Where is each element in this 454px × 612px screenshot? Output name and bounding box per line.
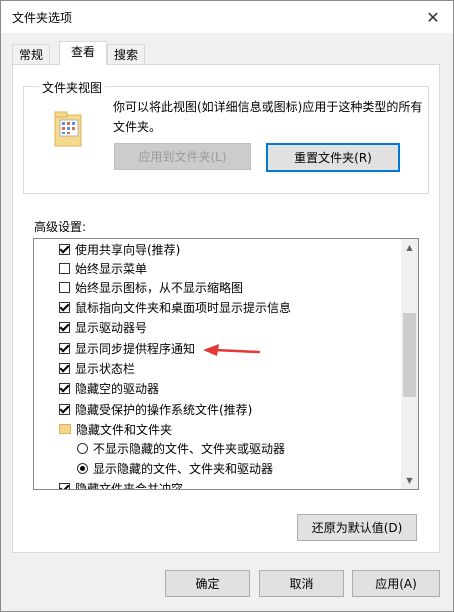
close-icon: ✕ bbox=[426, 7, 440, 27]
list-item[interactable]: 隐藏受保护的操作系统文件(推荐) bbox=[59, 399, 252, 419]
tab-general[interactable]: 常规 bbox=[12, 44, 51, 64]
checkbox-checked-icon[interactable] bbox=[59, 301, 70, 313]
list-item[interactable]: 始终显示菜单 bbox=[59, 258, 147, 278]
checkbox-checked-icon[interactable] bbox=[59, 342, 70, 354]
scroll-up-button[interactable]: ▲ bbox=[401, 239, 418, 256]
scroll-thumb[interactable] bbox=[403, 313, 416, 397]
folder-views-description: 你可以将此视图(如详细信息或图标)应用于这种类型的所有文件夹。 bbox=[113, 100, 423, 134]
list-item[interactable]: 隐藏文件夹合并冲突 bbox=[59, 478, 184, 490]
list-item-label: 隐藏文件和文件夹 bbox=[76, 422, 173, 437]
list-item[interactable]: 显示状态栏 bbox=[59, 358, 135, 378]
title-bar[interactable]: 文件夹选项 ✕ bbox=[1, 1, 453, 33]
checkbox-checked-icon[interactable] bbox=[59, 382, 70, 394]
list-item-label: 显示隐藏的文件、文件夹和驱动器 bbox=[93, 461, 274, 476]
ok-button[interactable]: 确定 bbox=[165, 570, 250, 597]
list-item-label: 隐藏空的驱动器 bbox=[75, 381, 160, 396]
folder-options-dialog: 文件夹选项 ✕ 常规 查看 搜索 文件夹视图 你可以将此视图(如详细信息或图标)… bbox=[0, 0, 454, 612]
list-item-label: 显示驱动器号 bbox=[75, 320, 148, 335]
restore-defaults-button[interactable]: 还原为默认值(D) bbox=[297, 514, 417, 541]
list-item[interactable]: 显示隐藏的文件、文件夹和驱动器 bbox=[77, 458, 273, 478]
list-item-label: 显示同步提供程序通知 bbox=[75, 341, 196, 356]
list-item-label: 使用共享向导(推荐) bbox=[75, 242, 181, 257]
tab-search[interactable]: 搜索 bbox=[107, 44, 146, 64]
list-item[interactable]: 显示同步提供程序通知 bbox=[59, 338, 195, 358]
checkbox-checked-icon[interactable] bbox=[59, 243, 70, 255]
chevron-up-icon: ▲ bbox=[406, 243, 413, 252]
apply-button[interactable]: 应用(A) bbox=[352, 570, 440, 597]
tab-view[interactable]: 查看 bbox=[59, 41, 107, 65]
list-item-label: 始终显示图标，从不显示缩略图 bbox=[75, 280, 244, 295]
list-item[interactable]: 始终显示图标，从不显示缩略图 bbox=[59, 277, 243, 297]
list-item[interactable]: 鼠标指向文件夹和桌面项时显示提示信息 bbox=[59, 297, 291, 317]
list-item-label: 不显示隐藏的文件、文件夹或驱动器 bbox=[93, 441, 286, 456]
checkbox-checked-icon[interactable] bbox=[59, 482, 70, 489]
radio-unchecked-icon[interactable] bbox=[77, 442, 88, 454]
close-button[interactable]: ✕ bbox=[413, 1, 453, 33]
dialog-title: 文件夹选项 bbox=[12, 11, 73, 25]
list-item-label: 隐藏文件夹合并冲突 bbox=[75, 481, 184, 490]
cancel-button[interactable]: 取消 bbox=[259, 570, 344, 597]
folder-icon bbox=[59, 424, 71, 434]
radio-checked-icon[interactable] bbox=[77, 462, 88, 474]
folder-views-group-title: 文件夹视图 bbox=[39, 79, 106, 96]
apply-to-folders-button[interactable]: 应用到文件夹(L) bbox=[114, 143, 251, 170]
checkbox-checked-icon[interactable] bbox=[59, 321, 70, 333]
checkbox-checked-icon[interactable] bbox=[59, 403, 70, 415]
folder-view-icon bbox=[54, 111, 82, 147]
checkbox-unchecked-icon[interactable] bbox=[59, 281, 70, 293]
list-item: 隐藏文件和文件夹 bbox=[59, 419, 172, 439]
scroll-down-button[interactable]: ▼ bbox=[401, 472, 418, 489]
list-item[interactable]: 显示驱动器号 bbox=[59, 317, 147, 337]
list-item-label: 隐藏受保护的操作系统文件(推荐) bbox=[75, 402, 253, 417]
list-item-label: 显示状态栏 bbox=[75, 361, 136, 376]
list-item-label: 鼠标指向文件夹和桌面项时显示提示信息 bbox=[75, 300, 292, 315]
list-item[interactable]: 隐藏空的驱动器 bbox=[59, 378, 159, 398]
advanced-settings-list[interactable]: 使用共享向导(推荐) 始终显示菜单 始终显示图标，从不显示缩略图 鼠标指向文件夹… bbox=[33, 238, 419, 490]
vertical-scrollbar[interactable]: ▲ ▼ bbox=[401, 239, 418, 489]
list-item-label: 始终显示菜单 bbox=[75, 261, 148, 276]
checkbox-unchecked-icon[interactable] bbox=[59, 262, 70, 274]
annotation-arrow-icon bbox=[203, 344, 261, 356]
reset-folders-button[interactable]: 重置文件夹(R) bbox=[266, 143, 400, 172]
list-item[interactable]: 使用共享向导(推荐) bbox=[59, 239, 180, 259]
chevron-down-icon: ▼ bbox=[406, 476, 413, 485]
list-item[interactable]: 不显示隐藏的文件、文件夹或驱动器 bbox=[77, 438, 285, 458]
checkbox-checked-icon[interactable] bbox=[59, 362, 70, 374]
advanced-settings-label: 高级设置: bbox=[34, 220, 87, 234]
